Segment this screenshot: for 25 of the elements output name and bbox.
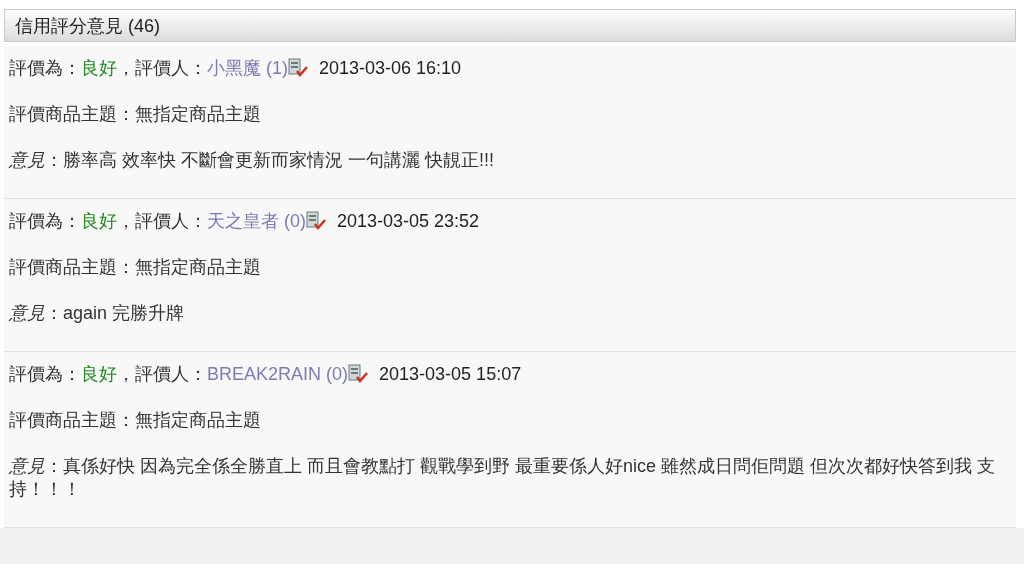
rater-label: ，評價人：: [117, 363, 207, 386]
review-date: 2013-03-05 23:52: [337, 210, 480, 233]
rating-value: 良好: [81, 210, 117, 233]
rating-value: 良好: [81, 57, 117, 80]
rating-label: 評價為：: [9, 210, 81, 233]
rater-label: ，評價人：: [117, 57, 207, 80]
rater-link[interactable]: 小黑魔: [207, 57, 261, 80]
review-subject: 評價商品主題：無指定商品主題: [9, 103, 262, 126]
review-opinion: 意見：勝率高 效率快 不斷會更新而家情況 一句講灑 快靚正!!!: [9, 149, 495, 172]
review-opinion: 意見：真係好快 因為完全係全勝直上 而且會教點打 觀戰學到野 最重要係人好nice 雖然成日問佢問題 但次次都好快答到我 支持！！！: [9, 455, 997, 501]
rater-score: (1): [266, 57, 288, 80]
rater-score: (0): [284, 210, 306, 233]
rating-label: 評價為：: [9, 363, 81, 386]
rater-score: (0): [326, 363, 349, 386]
rater-link[interactable]: 天之皇者: [207, 210, 279, 233]
review-date: 2013-03-05 15:07: [379, 363, 522, 386]
review-subject: 評價商品主題：無指定商品主題: [9, 409, 262, 432]
review-opinion: 意見：again 完勝升牌: [9, 302, 186, 325]
rating-label: 評價為：: [9, 57, 81, 80]
rater-link[interactable]: BREAK2RAIN: [207, 363, 322, 386]
rating-value: 良好: [81, 363, 117, 386]
review-subject: 評價商品主題：無指定商品主題: [9, 256, 262, 279]
rater-label: ，評價人：: [117, 210, 207, 233]
review-date: 2013-03-06 16:10: [319, 57, 462, 80]
panel-title: 信用評分意見 (46): [4, 9, 1016, 42]
